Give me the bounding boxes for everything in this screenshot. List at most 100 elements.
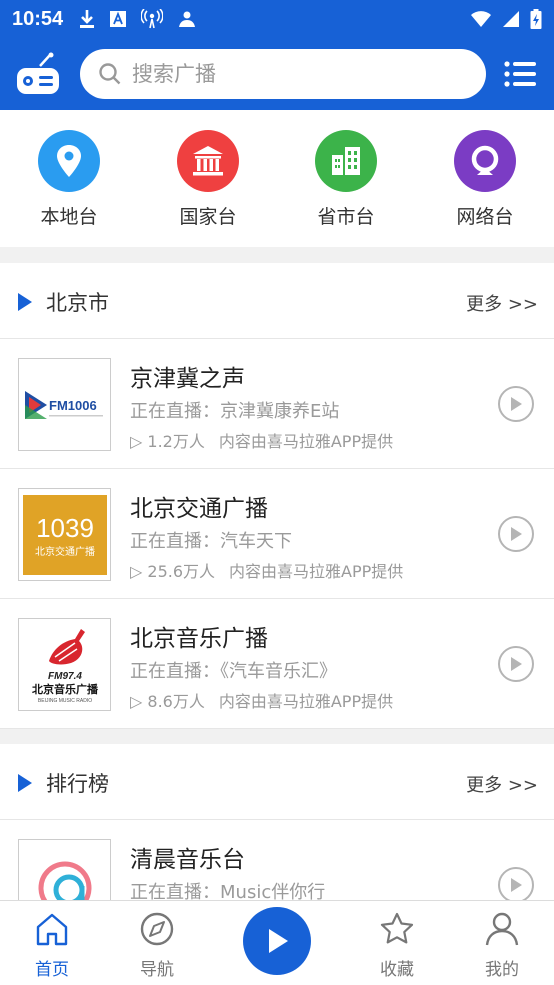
- category-label: 国家台: [179, 206, 237, 228]
- station-name: 清晨音乐台: [130, 847, 245, 873]
- triangle-marker-icon: [18, 293, 32, 311]
- station-logo-image: FM97.4 北京音乐广播 BEIJING MUSIC RADIO: [32, 628, 98, 704]
- category-province[interactable]: 省市台: [286, 130, 406, 229]
- play-icon: [511, 657, 522, 671]
- station-name: 北京交通广播: [130, 496, 268, 522]
- tab-favorites[interactable]: 收藏: [357, 911, 437, 980]
- tab-label: 导航: [140, 960, 174, 980]
- category-national[interactable]: 国家台: [148, 130, 268, 229]
- more-link[interactable]: 更多 >>: [466, 290, 538, 316]
- station-logo: FM1006: [18, 358, 111, 451]
- logo-english-text: BEIJING MUSIC RADIO: [37, 698, 91, 704]
- station-item[interactable]: 清晨音乐台 正在直播：Music伴你行: [0, 820, 554, 904]
- category-label: 网络台: [456, 206, 514, 228]
- station-meta: ▷ 25.6万人 内容由喜马拉雅APP提供: [130, 558, 403, 582]
- compass-icon: [140, 912, 174, 946]
- tab-home[interactable]: 首页: [12, 911, 92, 980]
- tab-label: 收藏: [380, 960, 414, 980]
- category-network[interactable]: 网络台: [425, 130, 545, 229]
- radio-logo-button[interactable]: [14, 52, 64, 96]
- live-program: 正在直播：《汽车音乐汇》: [130, 661, 337, 682]
- category-icon-bg: [454, 130, 516, 192]
- broadcast-icon: [141, 9, 164, 29]
- wifi-icon: [471, 11, 491, 27]
- section-title: 排行榜: [46, 772, 109, 796]
- search-input[interactable]: [132, 62, 472, 86]
- section-title: 北京市: [46, 291, 109, 315]
- content-source: 内容由喜马拉雅APP提供: [218, 432, 394, 451]
- station-logo: FM97.4 北京音乐广播 BEIJING MUSIC RADIO: [18, 618, 111, 711]
- content-source: 内容由喜马拉雅APP提供: [218, 692, 394, 711]
- menu-button[interactable]: [504, 60, 536, 88]
- triangle-marker-icon: [18, 774, 32, 792]
- station-logo-image: [38, 861, 91, 904]
- listener-count: ▷ 1.2万人: [130, 432, 205, 451]
- live-program: 正在直播：汽车天下: [130, 531, 292, 552]
- government-building-icon: [193, 146, 223, 176]
- station-meta: ▷ 8.6万人 内容由喜马拉雅APP提供: [130, 688, 393, 712]
- star-icon: [380, 912, 414, 944]
- category-local[interactable]: 本地台: [9, 130, 129, 229]
- ranking-section: 排行榜 更多 >> 清晨音乐台 正在直播：Music伴你行: [0, 744, 554, 904]
- category-icon-bg: [177, 130, 239, 192]
- play-button[interactable]: [498, 867, 534, 903]
- station-item[interactable]: FM97.4 北京音乐广播 BEIJING MUSIC RADIO 北京音乐广播…: [0, 599, 554, 729]
- play-button[interactable]: [498, 386, 534, 422]
- center-play-button[interactable]: [243, 907, 311, 975]
- station-logo: 1039 北京交通广播: [18, 488, 111, 581]
- home-icon: [36, 913, 68, 946]
- section-header: 北京市 更多 >>: [0, 263, 554, 339]
- play-button[interactable]: [498, 516, 534, 552]
- listener-count: ▷ 8.6万人: [130, 692, 205, 711]
- category-icon-bg: [38, 130, 100, 192]
- status-time: 10:54: [12, 7, 64, 30]
- station-logo-image: FM1006: [24, 390, 103, 419]
- station-meta: ▷ 1.2万人 内容由喜马拉雅APP提供: [130, 428, 393, 452]
- network-ring-icon: [471, 145, 499, 175]
- listener-count: ▷ 25.6万人: [130, 562, 216, 581]
- search-icon: [99, 63, 121, 85]
- app-a-icon: [110, 11, 127, 27]
- person-alert-icon: [179, 11, 196, 27]
- play-button[interactable]: [498, 646, 534, 682]
- top-header: [0, 38, 554, 110]
- station-logo-image: 1039 北京交通广播: [22, 494, 107, 575]
- status-bar: 10:54: [0, 0, 554, 38]
- tab-label: 我的: [485, 960, 519, 980]
- category-grid: 本地台 国家台 省市台 网络台: [0, 110, 554, 247]
- radio-icon: [17, 52, 59, 94]
- station-item[interactable]: 1039 北京交通广播 北京交通广播 正在直播：汽车天下 ▷ 25.6万人 内容由…: [0, 469, 554, 599]
- signal-icon: [503, 11, 519, 27]
- play-icon: [511, 397, 522, 411]
- location-pin-icon: [57, 145, 81, 177]
- tab-navigation[interactable]: 导航: [117, 911, 197, 980]
- live-program: 正在直播：京津冀康养E站: [130, 401, 340, 422]
- tab-profile[interactable]: 我的: [462, 911, 542, 980]
- logo-subtext: 北京交通广播: [35, 545, 95, 558]
- download-icon: [80, 10, 95, 28]
- play-icon: [511, 878, 522, 892]
- category-label: 省市台: [317, 206, 375, 228]
- station-name: 京津冀之声: [130, 366, 245, 392]
- logo-text: 1039: [36, 513, 94, 543]
- play-icon: [511, 527, 522, 541]
- search-bar[interactable]: [80, 49, 486, 99]
- station-name: 北京音乐广播: [130, 626, 268, 652]
- bottom-tab-bar: 首页 导航 收藏 我的: [0, 900, 554, 985]
- list-menu-icon: [504, 61, 536, 87]
- station-item[interactable]: FM1006 京津冀之声 正在直播：京津冀康养E站 ▷ 1.2万人 内容由喜马拉雅…: [0, 339, 554, 469]
- play-icon: [269, 929, 288, 953]
- beijing-section: 北京市 更多 >> FM1006 京津冀之声 正在直播：京津冀康养E站 ▷ 1.…: [0, 263, 554, 729]
- station-logo: [18, 839, 111, 904]
- more-link[interactable]: 更多 >>: [466, 771, 538, 797]
- logo-text: FM1006: [49, 398, 97, 413]
- category-label: 本地台: [40, 206, 98, 228]
- section-header: 排行榜 更多 >>: [0, 744, 554, 820]
- logo-text: FM97.4: [48, 671, 82, 682]
- tab-label: 首页: [35, 960, 69, 980]
- battery-charging-icon: [530, 9, 542, 29]
- content-source: 内容由喜马拉雅APP提供: [229, 562, 404, 581]
- city-buildings-icon: [332, 147, 360, 175]
- category-icon-bg: [315, 130, 377, 192]
- user-icon: [485, 912, 519, 946]
